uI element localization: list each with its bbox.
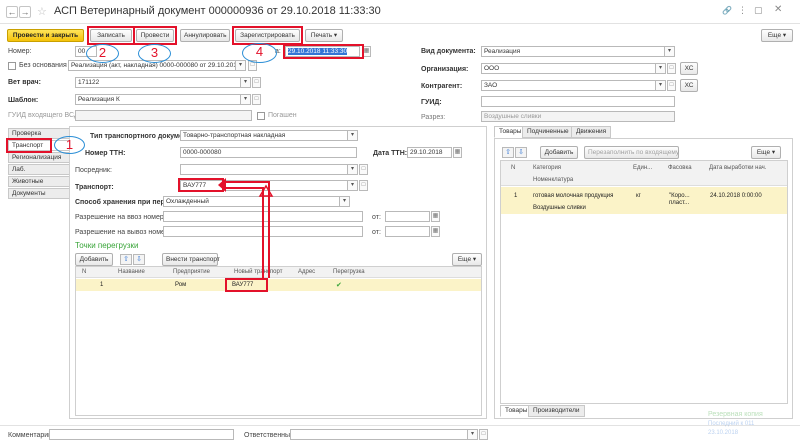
open-icon[interactable]: □ bbox=[479, 429, 488, 440]
goods-col-nomenclature: Номенклатура bbox=[533, 177, 574, 183]
backup-notification: Резервная копия Последний к 011 23.10.20… bbox=[686, 409, 796, 444]
backup-line2: Последний к 011 bbox=[708, 421, 755, 427]
responsible-field[interactable] bbox=[290, 429, 468, 440]
goods-row-unit: кг bbox=[636, 193, 641, 199]
refill-button[interactable]: Перезаполнить по входящему bbox=[584, 146, 679, 159]
footer-divider bbox=[0, 425, 800, 426]
backup-line3: 23.10.2018 bbox=[708, 430, 739, 436]
goods-add-button[interactable]: Добавить bbox=[540, 146, 578, 159]
chevron-down-icon[interactable]: ▾ bbox=[468, 429, 478, 440]
goods-row-n: 1 bbox=[514, 193, 518, 199]
arrow-head bbox=[218, 178, 226, 192]
comment-field[interactable] bbox=[49, 429, 234, 440]
goods-col-pack: Фасовка bbox=[668, 165, 692, 171]
goods-row-pack: "Коро... пласт... bbox=[669, 193, 690, 206]
bottom-tab-producers[interactable]: Производители bbox=[528, 405, 585, 417]
annotation-circle-1: 1 bbox=[54, 136, 85, 154]
goods-row-nomenclature: Воздушные слив​ки bbox=[533, 205, 586, 211]
goods-col-category: Категория bbox=[533, 165, 562, 171]
comment-label: Комментарий: bbox=[8, 432, 55, 439]
responsible-label: Ответственный: bbox=[244, 432, 296, 439]
arrow-up-icon[interactable]: ⇧ bbox=[502, 147, 514, 158]
annotation-circle-3: 3 bbox=[138, 44, 171, 63]
backup-title: Резервная копия bbox=[708, 411, 763, 418]
annotation-circle-2: 2 bbox=[86, 44, 119, 63]
annotation-circle-4: 4 bbox=[242, 43, 277, 63]
goods-col-unit: Един... bbox=[633, 165, 653, 171]
goods-row-category: готовая молочная продукция bbox=[533, 193, 614, 199]
tab-subordinate[interactable]: Подчиненные bbox=[522, 126, 574, 138]
more-label: Еще bbox=[756, 149, 771, 156]
goods-row-date: 24.10.2018 0:00:00 bbox=[710, 193, 762, 199]
goods-col-date: Дата выработки нач. bbox=[709, 165, 767, 171]
goods-more-button[interactable]: Еще ▾ bbox=[751, 146, 781, 159]
chevron-down-icon: ▾ bbox=[771, 149, 776, 156]
arrow-down-icon[interactable]: ⇩ bbox=[515, 147, 527, 158]
tab-movements[interactable]: Движения bbox=[571, 126, 612, 138]
goods-col-n: N bbox=[511, 165, 516, 171]
arrow-path bbox=[226, 187, 264, 278]
